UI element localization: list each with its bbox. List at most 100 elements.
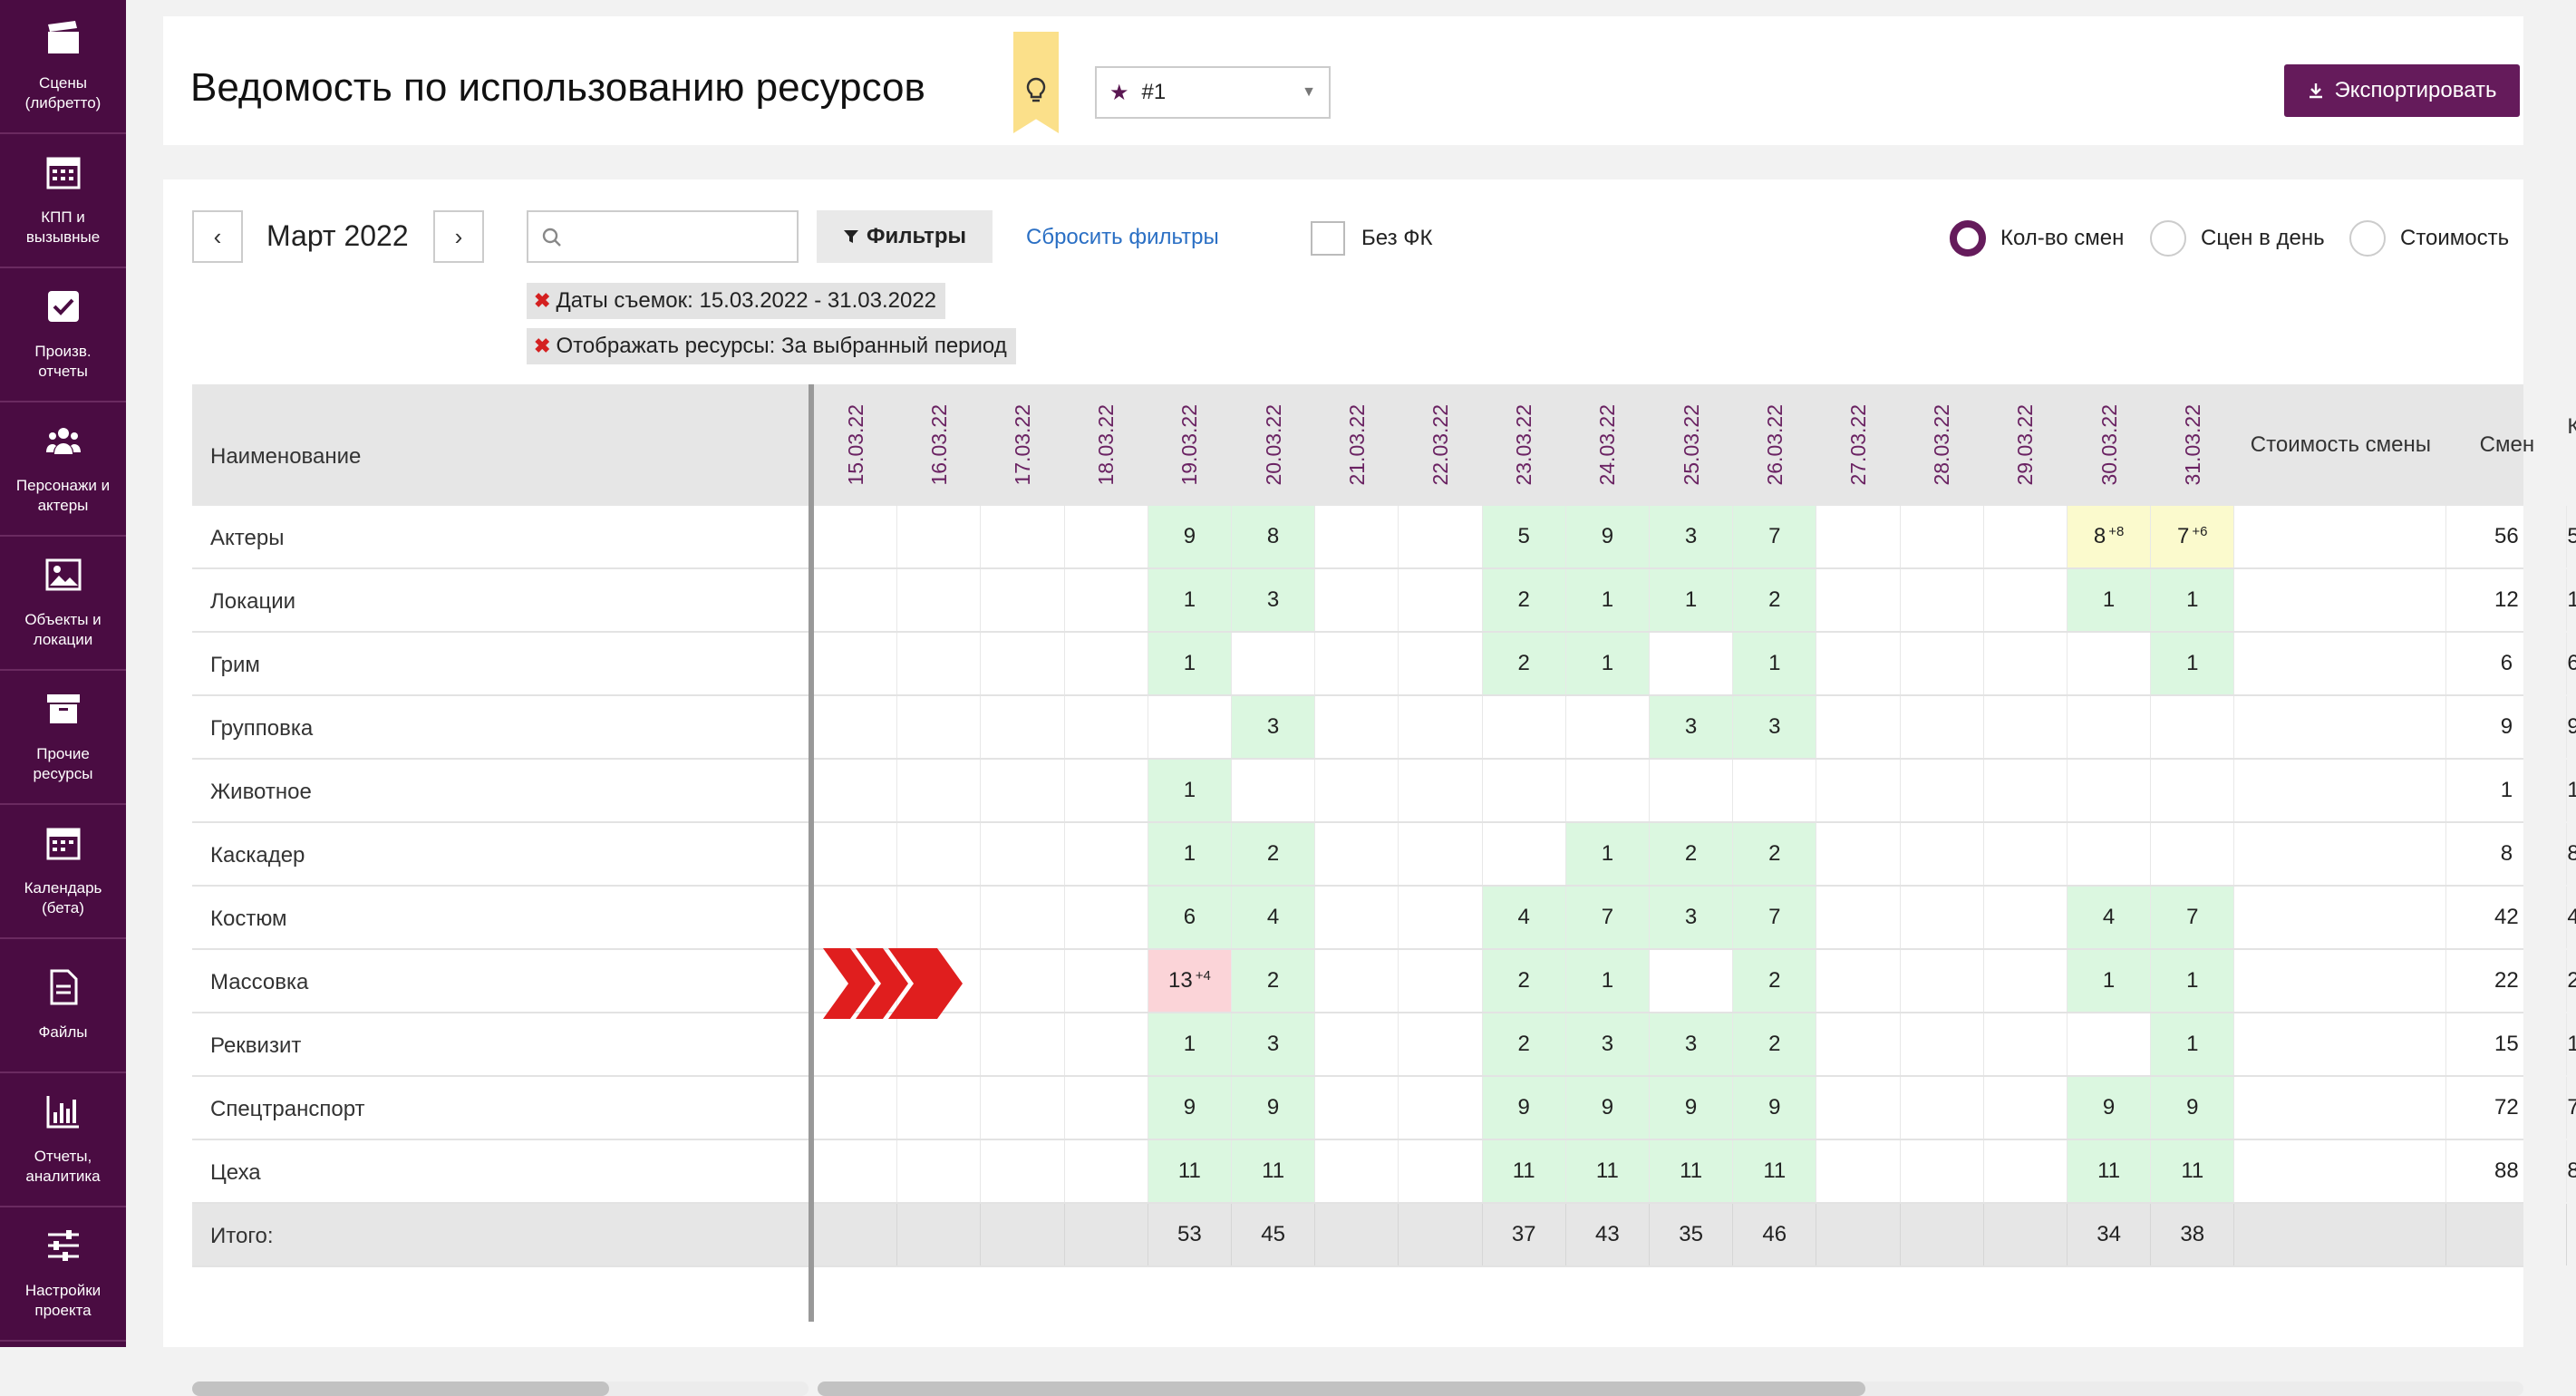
day-cell[interactable] [1483, 696, 1566, 758]
day-cell[interactable] [1901, 696, 1984, 758]
column-header-date[interactable]: 15.03.22 [814, 384, 897, 506]
day-cell[interactable] [1816, 823, 1901, 885]
day-cell[interactable] [1816, 760, 1901, 821]
day-cell[interactable] [1065, 506, 1148, 567]
day-cell[interactable] [2068, 1013, 2152, 1075]
day-cell[interactable]: 3 [1733, 696, 1817, 758]
day-cell[interactable] [814, 760, 898, 821]
column-header-date[interactable]: 22.03.22 [1399, 384, 1482, 506]
day-cell[interactable] [1399, 506, 1483, 567]
next-month-button[interactable]: › [433, 210, 484, 263]
day-cell[interactable]: 11 [1148, 1140, 1232, 1202]
no-fk-checkbox[interactable] [1311, 221, 1345, 256]
sidebar-item-9[interactable]: Настройки проекта [0, 1207, 126, 1342]
day-cell[interactable] [1901, 569, 1984, 631]
left-scrollbar[interactable] [192, 1381, 809, 1396]
day-cell[interactable] [2151, 696, 2235, 758]
day-cell[interactable]: 3 [1565, 1013, 1650, 1075]
day-cell[interactable]: 1 [1148, 633, 1232, 694]
day-cell[interactable]: 9 [1232, 1077, 1316, 1139]
day-cell[interactable]: 2 [1733, 1013, 1817, 1075]
day-cell[interactable] [1399, 1140, 1483, 1202]
day-cell[interactable] [814, 569, 898, 631]
day-cell[interactable] [2151, 760, 2235, 821]
day-cell[interactable] [1315, 1013, 1399, 1075]
column-header-date[interactable]: 23.03.22 [1483, 384, 1566, 506]
day-cell[interactable]: 7 +6 [2151, 506, 2235, 567]
day-cell[interactable] [1315, 760, 1399, 821]
day-cell[interactable]: 11 [1650, 1140, 1734, 1202]
day-cell[interactable]: 3 [1650, 1013, 1734, 1075]
radio-shifts[interactable] [1950, 220, 1986, 257]
day-cell[interactable] [1232, 633, 1316, 694]
day-cell[interactable]: 13 +4 [1148, 950, 1232, 1012]
day-cell[interactable] [1399, 1077, 1483, 1139]
day-cell[interactable] [1901, 950, 1984, 1012]
day-cell[interactable] [981, 1013, 1065, 1075]
day-cell[interactable] [1065, 887, 1148, 948]
day-cell[interactable] [1984, 760, 2068, 821]
day-cell[interactable]: 1 [1148, 569, 1232, 631]
right-scrollbar-thumb[interactable] [818, 1381, 1865, 1396]
day-cell[interactable] [1399, 887, 1483, 948]
day-cell[interactable]: 11 [1482, 1140, 1566, 1202]
day-cell[interactable] [897, 823, 982, 885]
day-cell[interactable] [1315, 1077, 1399, 1139]
day-cell[interactable] [1065, 633, 1148, 694]
day-cell[interactable] [1065, 1077, 1148, 1139]
day-cell[interactable]: 2 [1733, 569, 1817, 631]
export-button[interactable]: Экспортировать [2284, 64, 2520, 117]
day-cell[interactable]: 9 [1148, 506, 1232, 567]
day-cell[interactable] [1901, 633, 1984, 694]
day-cell[interactable] [2151, 823, 2235, 885]
day-cell[interactable]: 1 [2151, 950, 2235, 1012]
day-cell[interactable]: 3 [1232, 569, 1316, 631]
sidebar-item-7[interactable]: Файлы [0, 939, 126, 1073]
sidebar-item-6[interactable]: Календарь (бета) [0, 805, 126, 939]
day-cell[interactable]: 2 [1482, 1013, 1566, 1075]
day-cell[interactable] [981, 1140, 1065, 1202]
day-cell[interactable] [2068, 760, 2152, 821]
column-header-date[interactable]: 26.03.22 [1733, 384, 1816, 506]
day-cell[interactable]: 9 [1565, 1077, 1650, 1139]
day-cell[interactable]: 1 [2151, 1013, 2235, 1075]
day-cell[interactable] [1315, 696, 1399, 758]
day-cell[interactable] [1566, 760, 1650, 821]
day-cell[interactable] [897, 1077, 982, 1139]
day-cell[interactable] [897, 1140, 982, 1202]
day-cell[interactable]: 1 [1565, 569, 1650, 631]
day-cell[interactable]: 3 [1650, 887, 1734, 948]
day-cell[interactable] [1399, 569, 1483, 631]
day-cell[interactable]: 1 [2151, 569, 2235, 631]
day-cell[interactable] [814, 633, 898, 694]
day-cell[interactable]: 8 [1232, 506, 1316, 567]
day-cell[interactable] [1065, 760, 1148, 821]
day-cell[interactable] [1065, 569, 1148, 631]
day-cell[interactable] [1315, 823, 1399, 885]
day-cell[interactable]: 9 [2068, 1077, 2152, 1139]
right-scrollbar[interactable] [818, 1381, 2523, 1396]
day-cell[interactable] [981, 823, 1065, 885]
day-cell[interactable] [1901, 1013, 1984, 1075]
day-cell[interactable]: 2 [1482, 633, 1566, 694]
tip-bookmark[interactable] [1013, 32, 1059, 133]
reset-filters-link[interactable]: Сбросить фильтры [1026, 225, 1219, 250]
sidebar-item-0[interactable]: Сцены (либретто) [0, 0, 126, 134]
sidebar-item-4[interactable]: Объекты и локации [0, 537, 126, 671]
day-cell[interactable]: 4 [1232, 887, 1316, 948]
version-select[interactable]: ★ #1 ▼ [1095, 66, 1331, 119]
column-header-date[interactable]: 17.03.22 [981, 384, 1064, 506]
day-cell[interactable]: 1 [2068, 950, 2152, 1012]
day-cell[interactable] [1315, 1140, 1399, 1202]
day-cell[interactable] [1650, 633, 1734, 694]
day-cell[interactable] [1566, 696, 1650, 758]
day-cell[interactable] [1065, 696, 1148, 758]
day-cell[interactable] [981, 950, 1065, 1012]
day-cell[interactable] [981, 887, 1065, 948]
day-cell[interactable]: 2 [1482, 950, 1566, 1012]
day-cell[interactable] [814, 823, 898, 885]
day-cell[interactable] [1065, 1140, 1148, 1202]
day-cell[interactable] [2068, 696, 2152, 758]
day-cell[interactable] [1984, 696, 2068, 758]
day-cell[interactable] [1816, 506, 1901, 567]
